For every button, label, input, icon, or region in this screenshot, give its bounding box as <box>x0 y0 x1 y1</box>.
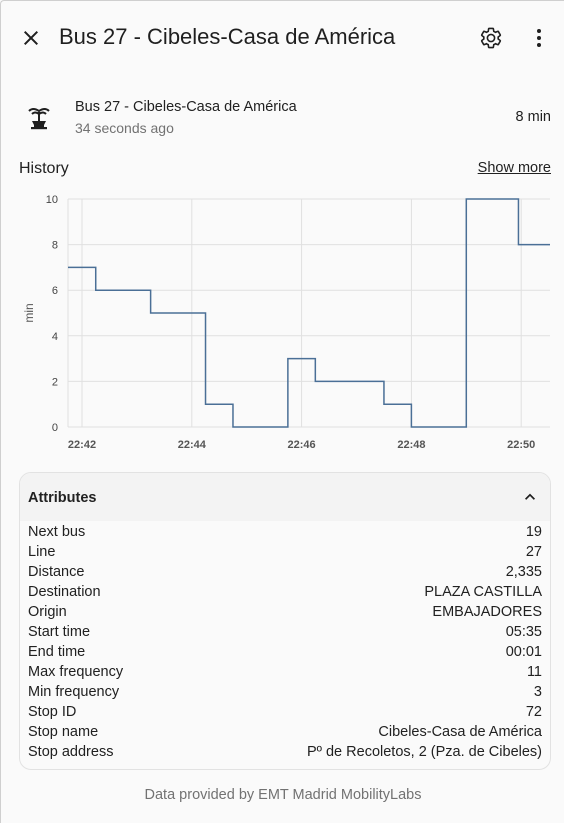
attribute-label: Line <box>28 544 56 560</box>
attribute-row: Origin EMBAJADORES <box>28 602 542 622</box>
entity-last-changed: 34 seconds ago <box>75 120 174 136</box>
y-axis-label: min <box>22 303 36 322</box>
attribute-value: 11 <box>526 664 542 680</box>
y-tick-label: 8 <box>52 240 58 252</box>
entity-name: Bus 27 - Cibeles-Casa de América <box>75 99 297 115</box>
attribute-label: Start time <box>28 624 91 640</box>
attribute-row: End time 00:01 <box>28 642 542 662</box>
y-tick-label: 4 <box>52 331 58 343</box>
attribute-label: Distance <box>28 564 85 580</box>
gear-icon <box>480 27 502 49</box>
dialog-title: Bus 27 - Cibeles-Casa de América <box>59 24 396 49</box>
attributes-header[interactable]: Attributes <box>20 473 550 521</box>
attribute-row: Stop name Cibeles-Casa de América <box>28 722 542 742</box>
attribute-value: PLAZA CASTILLA <box>424 584 542 600</box>
dialog-header: Bus 27 - Cibeles-Casa de América <box>1 1 564 75</box>
attribute-label: Destination <box>28 584 101 600</box>
y-tick-label: 0 <box>52 422 58 434</box>
attribute-label: Stop ID <box>28 704 77 720</box>
attribute-value: 05:35 <box>505 624 542 640</box>
show-more-link[interactable]: Show more <box>478 160 551 176</box>
attributes-title: Attributes <box>28 490 97 506</box>
series-line <box>68 198 550 428</box>
attribute-label: Max frequency <box>28 664 124 680</box>
attribute-label: End time <box>28 644 86 660</box>
attribute-row: Max frequency 11 <box>28 662 542 682</box>
chevron-up-icon <box>520 487 540 507</box>
more-options-button[interactable] <box>519 18 559 58</box>
attribute-value: 00:01 <box>505 644 542 660</box>
settings-button[interactable] <box>471 18 511 58</box>
attribute-label: Origin <box>28 604 67 620</box>
more-vertical-icon <box>537 29 541 47</box>
x-tick-label: 22:46 <box>288 439 316 451</box>
attribute-row: Stop ID 72 <box>28 702 542 722</box>
close-icon <box>24 31 38 45</box>
entity-row[interactable]: Bus 27 - Cibeles-Casa de América 34 seco… <box>1 93 564 143</box>
x-tick-label: 22:50 <box>507 439 535 451</box>
attribute-value: 2,335 <box>505 564 542 580</box>
entity-state: 8 min <box>515 109 551 125</box>
attribute-row: Destination PLAZA CASTILLA <box>28 582 542 602</box>
attribute-row: Stop address Pº de Recoletos, 2 (Pza. de … <box>28 742 542 762</box>
attribute-value: Pº de Recoletos, 2 (Pza. de Cibeles) <box>307 744 542 760</box>
history-chart-svg: 0 2 4 6 8 10 22:42 22:44 22:46 22:48 22:50 min <box>22 194 550 451</box>
attributes-card: Attributes Next bus 19 Line 27 Distance 2,335… <box>19 472 551 770</box>
attribute-value: 72 <box>525 704 542 720</box>
y-tick-label: 10 <box>46 194 58 206</box>
x-tick-label: 22:44 <box>178 439 207 451</box>
attribute-row: Min frequency 3 <box>28 682 542 702</box>
x-tick-label: 22:42 <box>68 439 96 451</box>
attribute-value: Cibeles-Casa de América <box>378 724 542 740</box>
y-tick-label: 6 <box>52 285 58 297</box>
attribute-label: Stop name <box>28 724 99 740</box>
fountain-icon <box>23 105 55 133</box>
attributes-list: Next bus 19 Line 27 Distance 2,335 Destination… <box>28 522 542 762</box>
history-title: History <box>19 160 69 177</box>
attribute-label: Min frequency <box>28 684 120 700</box>
attribute-row: Line 27 <box>28 542 542 562</box>
attribute-value: EMBAJADORES <box>432 604 542 620</box>
attribute-row: Next bus 19 <box>28 522 542 542</box>
more-info-dialog: Bus 27 - Cibeles-Casa de América Bus 27 … <box>0 0 564 823</box>
close-button[interactable] <box>11 18 51 58</box>
attribution-text: Data provided by EMT Madrid MobilityLabs <box>144 787 422 803</box>
x-tick-label: 22:48 <box>397 439 425 451</box>
attribute-row: Distance 2,335 <box>28 562 542 582</box>
attribute-label: Stop address <box>28 744 114 760</box>
attribute-row: Start time 05:35 <box>28 622 542 642</box>
attribute-value: 27 <box>525 544 542 560</box>
attribute-value: 19 <box>525 524 542 540</box>
y-tick-label: 2 <box>52 376 58 388</box>
history-chart[interactable]: 0 2 4 6 8 10 22:42 22:44 22:46 22:48 22:50 min <box>1 189 564 459</box>
history-header: History Show more <box>19 158 551 182</box>
attribute-label: Next bus <box>28 524 86 540</box>
attribute-value: 3 <box>533 684 542 700</box>
